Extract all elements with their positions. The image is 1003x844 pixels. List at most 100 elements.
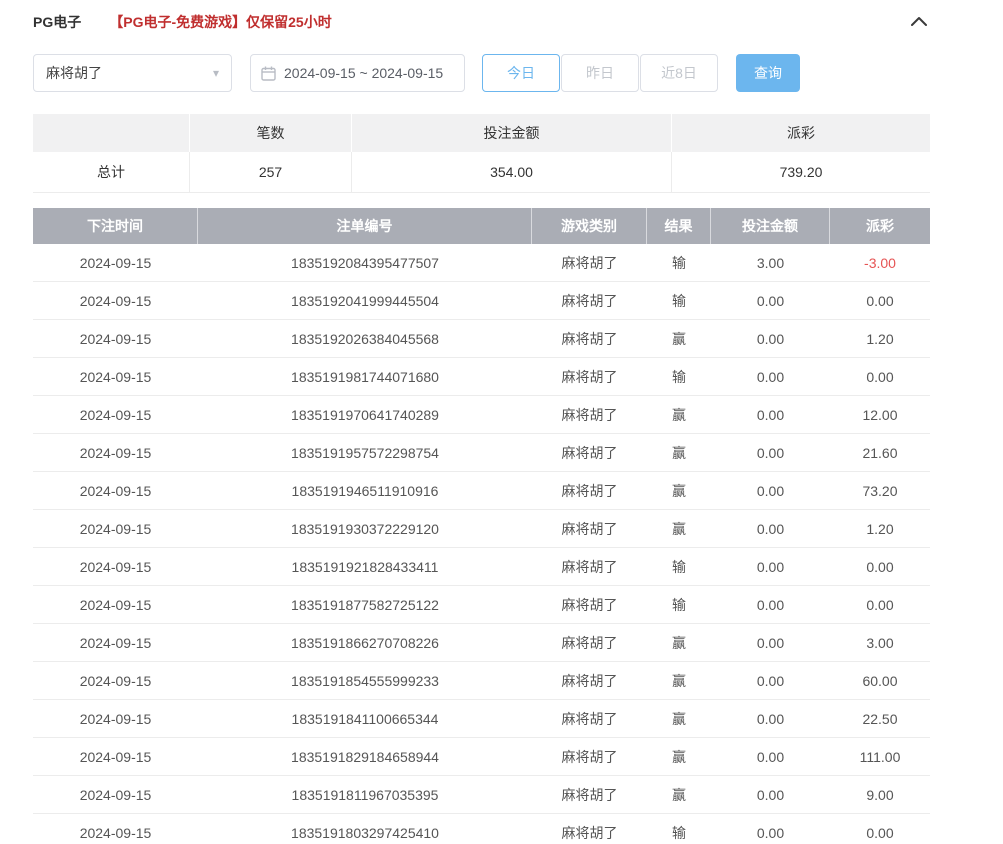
today-button[interactable]: 今日 bbox=[482, 54, 560, 92]
cell-result: 输 bbox=[647, 814, 711, 844]
cell-bet-amount: 0.00 bbox=[711, 662, 830, 699]
cell-result: 输 bbox=[647, 358, 711, 395]
cell-order-id: 1835191803297425410 bbox=[198, 814, 532, 844]
cell-game-type: 麻将胡了 bbox=[532, 586, 647, 623]
cell-order-id: 1835191981744071680 bbox=[198, 358, 532, 395]
cell-bet-time: 2024-09-15 bbox=[33, 586, 198, 623]
cell-result: 赢 bbox=[647, 510, 711, 547]
table-row: 2024-09-151835191970641740289麻将胡了赢0.0012… bbox=[33, 396, 930, 434]
table-row: 2024-09-151835192084395477507麻将胡了输3.00-3… bbox=[33, 244, 930, 282]
table-row: 2024-09-151835191877582725122麻将胡了输0.000.… bbox=[33, 586, 930, 624]
cell-order-id: 1835191829184658944 bbox=[198, 738, 532, 775]
cell-bet-amount: 0.00 bbox=[711, 624, 830, 661]
cell-bet-time: 2024-09-15 bbox=[33, 738, 198, 775]
chevron-down-icon: ▾ bbox=[213, 66, 219, 80]
cell-payout: 12.00 bbox=[830, 396, 930, 433]
summary-table: 笔数 投注金额 派彩 总计 257 354.00 739.20 bbox=[33, 114, 930, 193]
cell-payout: 21.60 bbox=[830, 434, 930, 471]
cell-payout: 1.20 bbox=[830, 510, 930, 547]
cell-game-type: 麻将胡了 bbox=[532, 662, 647, 699]
summary-header-payout: 派彩 bbox=[672, 114, 930, 152]
game-select[interactable]: 麻将胡了 ▾ bbox=[33, 54, 232, 92]
filter-bar: 麻将胡了 ▾ 2024-09-15 ~ 2024-09-15 今日 昨日 近8日… bbox=[33, 54, 930, 92]
cell-payout: 111.00 bbox=[830, 738, 930, 775]
cell-bet-amount: 0.00 bbox=[711, 548, 830, 585]
summary-total-count: 257 bbox=[190, 152, 352, 192]
summary-total-row: 总计 257 354.00 739.20 bbox=[33, 152, 930, 192]
cell-game-type: 麻将胡了 bbox=[532, 434, 647, 471]
cell-game-type: 麻将胡了 bbox=[532, 548, 647, 585]
summary-total-label: 总计 bbox=[33, 152, 190, 192]
cell-bet-amount: 0.00 bbox=[711, 282, 830, 319]
table-row: 2024-09-151835191946511910916麻将胡了赢0.0073… bbox=[33, 472, 930, 510]
col-header-bet-amount: 投注金额 bbox=[711, 208, 830, 244]
records-table: 下注时间 注单编号 游戏类别 结果 投注金额 派彩 2024-09-151835… bbox=[33, 208, 930, 844]
summary-header-row: 笔数 投注金额 派彩 bbox=[33, 114, 930, 152]
table-row: 2024-09-151835192026384045568麻将胡了赢0.001.… bbox=[33, 320, 930, 358]
cell-order-id: 1835191970641740289 bbox=[198, 396, 532, 433]
cell-bet-time: 2024-09-15 bbox=[33, 472, 198, 509]
cell-order-id: 1835192084395477507 bbox=[198, 244, 532, 281]
summary-total-payout: 739.20 bbox=[672, 152, 930, 192]
cell-payout: 0.00 bbox=[830, 548, 930, 585]
table-row: 2024-09-151835191921828433411麻将胡了输0.000.… bbox=[33, 548, 930, 586]
cell-result: 赢 bbox=[647, 320, 711, 357]
cell-bet-time: 2024-09-15 bbox=[33, 700, 198, 737]
cell-payout: 0.00 bbox=[830, 814, 930, 844]
cell-game-type: 麻将胡了 bbox=[532, 320, 647, 357]
date-range-picker[interactable]: 2024-09-15 ~ 2024-09-15 bbox=[250, 54, 465, 92]
table-row: 2024-09-151835191981744071680麻将胡了输0.000.… bbox=[33, 358, 930, 396]
cell-game-type: 麻将胡了 bbox=[532, 814, 647, 844]
table-row: 2024-09-151835191811967035395麻将胡了赢0.009.… bbox=[33, 776, 930, 814]
table-row: 2024-09-151835191803297425410麻将胡了输0.000.… bbox=[33, 814, 930, 844]
cell-bet-time: 2024-09-15 bbox=[33, 510, 198, 547]
col-header-order-id: 注单编号 bbox=[198, 208, 532, 244]
game-select-value: 麻将胡了 bbox=[46, 63, 213, 83]
col-header-bet-time: 下注时间 bbox=[33, 208, 198, 244]
cell-bet-amount: 0.00 bbox=[711, 358, 830, 395]
cell-payout: 0.00 bbox=[830, 282, 930, 319]
records-table-body: 2024-09-151835192084395477507麻将胡了输3.00-3… bbox=[33, 244, 930, 844]
cell-bet-amount: 0.00 bbox=[711, 434, 830, 471]
calendar-icon bbox=[261, 66, 276, 81]
cell-bet-amount: 0.00 bbox=[711, 700, 830, 737]
yesterday-button[interactable]: 昨日 bbox=[561, 54, 639, 92]
query-button[interactable]: 查询 bbox=[736, 54, 800, 92]
table-row: 2024-09-151835191957572298754麻将胡了赢0.0021… bbox=[33, 434, 930, 472]
last-8-days-button[interactable]: 近8日 bbox=[640, 54, 718, 92]
cell-payout: 9.00 bbox=[830, 776, 930, 813]
cell-game-type: 麻将胡了 bbox=[532, 510, 647, 547]
cell-payout: -3.00 bbox=[830, 244, 930, 281]
collapse-chevron-up-icon[interactable] bbox=[908, 10, 930, 32]
cell-result: 赢 bbox=[647, 738, 711, 775]
table-row: 2024-09-151835191930372229120麻将胡了赢0.001.… bbox=[33, 510, 930, 548]
panel-header: PG电子 【PG电子-免费游戏】仅保留25小时 bbox=[33, 6, 930, 38]
cell-order-id: 1835191841100665344 bbox=[198, 700, 532, 737]
summary-header-count: 笔数 bbox=[190, 114, 352, 152]
cell-result: 赢 bbox=[647, 434, 711, 471]
col-header-payout: 派彩 bbox=[830, 208, 930, 244]
summary-total-bet: 354.00 bbox=[352, 152, 672, 192]
cell-bet-time: 2024-09-15 bbox=[33, 776, 198, 813]
cell-payout: 73.20 bbox=[830, 472, 930, 509]
cell-bet-time: 2024-09-15 bbox=[33, 396, 198, 433]
cell-order-id: 1835191866270708226 bbox=[198, 624, 532, 661]
cell-bet-time: 2024-09-15 bbox=[33, 282, 198, 319]
cell-game-type: 麻将胡了 bbox=[532, 472, 647, 509]
cell-order-id: 1835192041999445504 bbox=[198, 282, 532, 319]
cell-game-type: 麻将胡了 bbox=[532, 776, 647, 813]
cell-order-id: 1835191921828433411 bbox=[198, 548, 532, 585]
cell-game-type: 麻将胡了 bbox=[532, 700, 647, 737]
pg-records-panel: PG电子 【PG电子-免费游戏】仅保留25小时 麻将胡了 ▾ 2024-09-1… bbox=[0, 6, 963, 844]
cell-game-type: 麻将胡了 bbox=[532, 244, 647, 281]
cell-game-type: 麻将胡了 bbox=[532, 396, 647, 433]
table-row: 2024-09-151835192041999445504麻将胡了输0.000.… bbox=[33, 282, 930, 320]
notice-text: 【PG电子-免费游戏】仅保留25小时 bbox=[109, 12, 331, 32]
cell-bet-amount: 3.00 bbox=[711, 244, 830, 281]
cell-result: 赢 bbox=[647, 396, 711, 433]
date-range-value: 2024-09-15 ~ 2024-09-15 bbox=[284, 65, 443, 81]
cell-bet-amount: 0.00 bbox=[711, 738, 830, 775]
cell-bet-time: 2024-09-15 bbox=[33, 320, 198, 357]
cell-bet-time: 2024-09-15 bbox=[33, 624, 198, 661]
cell-bet-amount: 0.00 bbox=[711, 586, 830, 623]
